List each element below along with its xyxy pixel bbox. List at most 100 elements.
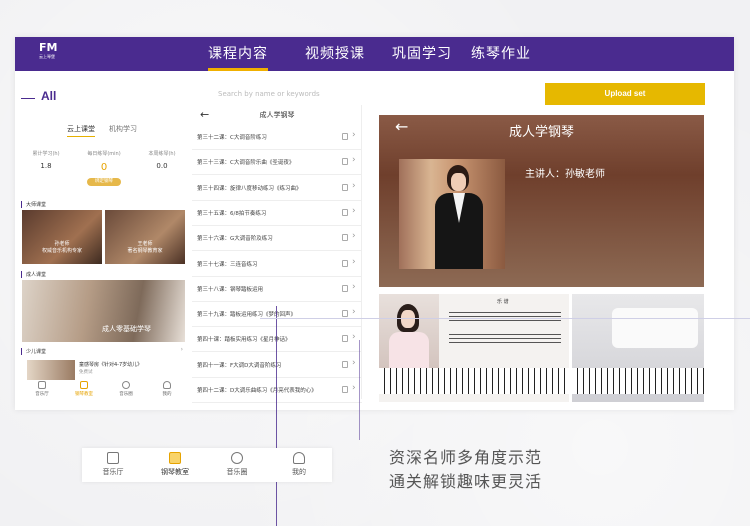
kids-more-chevron-icon[interactable]: ›	[181, 346, 183, 353]
staff-line	[449, 320, 561, 321]
all-accent-line	[21, 98, 35, 99]
music-circle-icon	[231, 452, 243, 464]
lesson-title: 第四十一课：F大调D大调音阶练习	[197, 362, 282, 369]
tab-video-lessons[interactable]: 视频授课	[305, 37, 365, 71]
section-adult: 成人课堂	[21, 271, 46, 278]
tab-review-study[interactable]: 巩固学习	[392, 37, 452, 71]
app-tab-label: 钢琴教室	[75, 392, 93, 397]
masters-caption: 王老师 著名钢琴教育家	[127, 241, 163, 254]
sheet-title: 乐 谱	[497, 299, 509, 305]
app-home-screen: All 云上课堂 机构学习 累计学习(h) 1.8 每日练琴(min) 0 本周…	[21, 77, 187, 402]
lesson-row[interactable]: 第三十五课：6/8拍节奏练习 ›	[192, 201, 362, 226]
video-player[interactable]: ← 成人学钢琴 主讲人：孙敏老师	[379, 115, 704, 287]
tab-practice-homework[interactable]: 练琴作业	[471, 37, 531, 71]
lock-icon	[342, 386, 348, 393]
lesson-title: 第三十二课：C大调音阶练习	[197, 135, 267, 141]
search-input[interactable]: Search by name or keywords	[193, 85, 553, 103]
all-label: All	[41, 89, 57, 103]
masters-thumb-2[interactable]: 王老师 著名钢琴教育家	[105, 210, 185, 264]
chevron-right-icon: ›	[352, 130, 356, 140]
top-nav-bar: FM 云上琴堡 课程内容 视频授课 巩固学习 练琴作业	[15, 37, 734, 71]
staff-line	[449, 342, 561, 343]
teacher-name: 主讲人：孙敏老师	[525, 169, 605, 180]
tabbar-label: 音乐圈	[226, 468, 248, 476]
lock-icon	[342, 234, 348, 242]
lesson-row[interactable]: 第三十六课：G大调音阶及练习 ›	[192, 226, 362, 252]
app-tab-concert-hall[interactable]: 音乐厅	[24, 381, 60, 397]
app-tab-piano-classroom[interactable]: 钢琴教室	[66, 381, 102, 397]
lesson-row[interactable]: 第三十九课：踏板运用练习《梦的回声》 ›	[192, 302, 362, 328]
course-list-header: ← 成人学钢琴	[192, 105, 362, 125]
lesson-row[interactable]: 第三十三课：C大调音阶乐曲《圣诞夜》 ›	[192, 150, 362, 176]
chevron-right-icon: ›	[352, 332, 356, 343]
piano-keys	[379, 368, 569, 394]
lock-icon	[342, 259, 348, 267]
stat-value: 0.0	[156, 162, 168, 170]
upload-set-button[interactable]: Upload set	[545, 83, 705, 105]
adult-course-banner[interactable]: 成人零基础学琴	[22, 280, 185, 342]
chevron-right-icon: ›	[352, 256, 356, 267]
tabbar-piano-classroom[interactable]: 钢琴教室	[150, 452, 200, 477]
kids-thumb[interactable]	[27, 360, 75, 380]
main-panel: FM 云上琴堡 课程内容 视频授课 巩固学习 练琴作业 All 云上课堂 机构学…	[15, 37, 734, 410]
chevron-right-icon: ›	[352, 180, 356, 191]
app-tab-label: 音乐厅	[35, 392, 49, 397]
lesson-title: 第三十六课：G大调音阶及练习	[197, 236, 273, 243]
lesson-row[interactable]: 第三十四课：旋律八度移动练习《练习曲》 ›	[192, 176, 362, 201]
concert-hall-icon	[38, 381, 46, 389]
deco-line	[359, 340, 360, 440]
staff-line	[449, 338, 561, 339]
chevron-right-icon: ›	[352, 231, 356, 242]
logo-subtext: 云上琴堡	[39, 54, 55, 59]
teacher-face	[451, 173, 466, 191]
lock-icon	[342, 208, 348, 216]
course-list-screen: ← 成人学钢琴 第三十二课：C大调音阶练习 › 第三十三课：C大调音阶乐曲《圣诞夜》…	[192, 105, 362, 403]
bind-piano-button[interactable]: 绑定钢琴	[87, 178, 121, 186]
user-icon	[293, 452, 305, 464]
lesson-row[interactable]: 第三十七课：三连音练习 ›	[192, 252, 362, 277]
deco-line	[260, 318, 750, 319]
lesson-title: 第三十九课：踏板运用练习《梦的回声》	[197, 312, 297, 319]
chevron-right-icon: ›	[352, 205, 356, 216]
stat-value: 0	[100, 162, 108, 173]
lesson-row[interactable]: 第四十二课：D大调乐曲练习《月亮代表我的心》 ›	[192, 378, 362, 403]
lesson-row[interactable]: 第四十一课：F大调D大调音阶练习 ›	[192, 353, 362, 378]
demo-frame-sheet[interactable]: 乐 谱	[379, 294, 569, 402]
digital-piano-body	[612, 308, 698, 348]
app-tab-label: 音乐圈	[119, 392, 133, 397]
lock-icon	[342, 284, 348, 292]
kids-item-title: 童感琴房《针对4-7岁幼儿》	[79, 362, 143, 368]
app-tab-me[interactable]: 我的	[149, 381, 185, 397]
staff-line	[449, 334, 561, 335]
lesson-title: 第三十七课：三连音练习	[197, 261, 258, 268]
chevron-right-icon: ›	[352, 307, 356, 318]
segment-cloud-class[interactable]: 云上课堂	[67, 124, 95, 137]
concert-hall-icon	[107, 452, 119, 464]
stat-label: 本周练琴(h)	[148, 151, 176, 157]
tabbar-me[interactable]: 我的	[274, 452, 324, 477]
lesson-row[interactable]: 第三十二课：C大调音阶练习 ›	[192, 125, 362, 150]
lesson-row[interactable]: 第四十课：踏板实用练习《星月神话》 ›	[192, 327, 362, 353]
piano-keys	[572, 368, 704, 394]
masters-thumb-1[interactable]: 孙老师 权威音乐机构专家	[22, 210, 102, 264]
masters-caption: 孙老师 权威音乐机构专家	[41, 241, 82, 254]
user-icon	[163, 381, 171, 389]
tab-course-content[interactable]: 课程内容	[208, 37, 268, 71]
music-circle-icon	[122, 381, 130, 389]
section-masters: 大师课堂	[21, 201, 46, 208]
lesson-title: 第三十三课：C大调音阶乐曲《圣诞夜》	[197, 160, 295, 167]
demo-frame-hands[interactable]	[572, 294, 704, 402]
segment-institution[interactable]: 机构学习	[109, 124, 137, 134]
slogan-line-1: 资深名师多角度示范	[389, 448, 543, 467]
course-list-title: 成人学钢琴	[259, 111, 295, 119]
demo-frames: 乐 谱	[379, 294, 704, 402]
video-title: 成人学钢琴	[508, 125, 574, 140]
stat-daily-practice: 每日练琴(min) 0	[79, 150, 129, 173]
lesson-row[interactable]: 第三十八课：钢琴踏板运用 ›	[192, 277, 362, 302]
lesson-title: 第四十二课：D大调乐曲练习《月亮代表我的心》	[197, 388, 317, 394]
tabbar-concert-hall[interactable]: 音乐厅	[88, 452, 138, 477]
lesson-title: 第三十八课：钢琴踏板运用	[197, 286, 264, 293]
lock-icon	[342, 310, 348, 318]
app-tab-music-circle[interactable]: 音乐圈	[108, 381, 144, 397]
tabbar-music-circle[interactable]: 音乐圈	[212, 452, 262, 477]
